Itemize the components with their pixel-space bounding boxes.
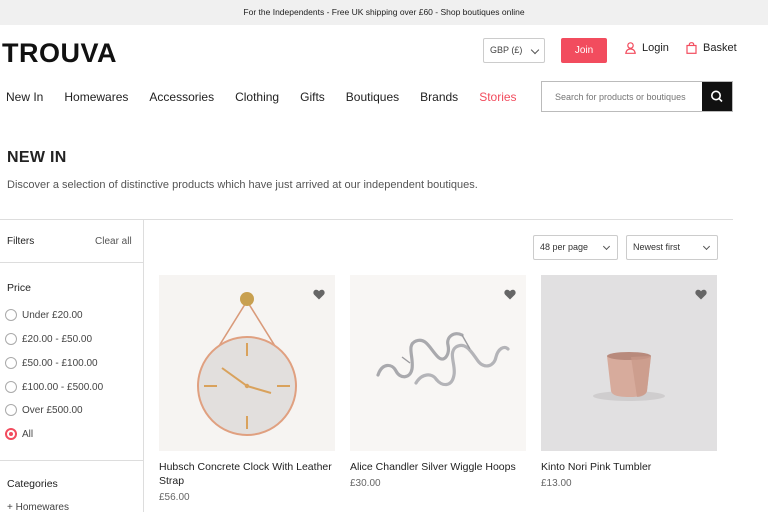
price-heading: Price — [7, 282, 31, 294]
product-image-tumbler[interactable] — [541, 275, 717, 451]
price-option-label: £100.00 - £500.00 — [22, 381, 104, 393]
radio-button[interactable] — [5, 381, 17, 393]
product-price: £13.00 — [541, 478, 572, 489]
price-option-label: £50.00 - £100.00 — [22, 357, 98, 369]
product-image-earrings[interactable] — [350, 275, 526, 451]
nav-item-gifts[interactable]: Gifts — [300, 90, 325, 104]
basket-link[interactable]: Basket — [686, 42, 737, 54]
divider — [0, 262, 143, 263]
site-logo[interactable]: TROUVA — [2, 38, 117, 69]
product-image-clock[interactable] — [159, 275, 335, 451]
price-option-20-50[interactable]: £20.00 - £50.00 — [5, 333, 92, 345]
product-name[interactable]: Kinto Nori Pink Tumbler — [541, 460, 717, 474]
search-icon — [711, 90, 723, 103]
main-nav: New In Homewares Accessories Clothing Gi… — [6, 90, 538, 104]
chevron-down-icon — [602, 242, 611, 251]
currency-value: GBP (£) — [490, 45, 523, 55]
product-card[interactable]: Alice Chandler Silver Wiggle Hoops £30.0… — [350, 275, 526, 489]
nav-item-brands[interactable]: Brands — [420, 90, 458, 104]
login-label: Login — [642, 42, 669, 54]
price-option-label: All — [22, 428, 34, 440]
currency-select[interactable]: GBP (£) — [483, 38, 545, 63]
page-description: Discover a selection of distinctive prod… — [7, 179, 478, 191]
heart-icon[interactable] — [695, 289, 707, 300]
heart-icon[interactable] — [504, 289, 516, 300]
search-input[interactable] — [542, 82, 703, 111]
price-option-label: £20.00 - £50.00 — [22, 333, 93, 345]
radio-button-selected[interactable] — [5, 428, 17, 440]
categories-heading: Categories — [7, 478, 58, 490]
clear-all-link[interactable]: Clear all — [95, 236, 132, 247]
promo-banner: For the Independents - Free UK shipping … — [0, 0, 768, 25]
category-item-homewares[interactable]: + Homewares — [7, 502, 69, 512]
bag-icon — [686, 42, 697, 54]
divider — [0, 219, 733, 220]
nav-item-homewares[interactable]: Homewares — [64, 90, 128, 104]
per-page-select[interactable]: 48 per page — [533, 235, 618, 260]
nav-item-stories[interactable]: Stories — [479, 90, 516, 104]
sort-value: Newest first — [633, 242, 681, 252]
nav-item-clothing[interactable]: Clothing — [235, 90, 279, 104]
search-box — [541, 81, 733, 112]
basket-label: Basket — [703, 42, 737, 54]
price-option-all[interactable]: All — [5, 428, 33, 440]
radio-button[interactable] — [5, 404, 17, 416]
product-name[interactable]: Alice Chandler Silver Wiggle Hoops — [350, 460, 526, 474]
search-button[interactable] — [702, 82, 732, 111]
sort-select[interactable]: Newest first — [626, 235, 718, 260]
price-option-100-500[interactable]: £100.00 - £500.00 — [5, 381, 103, 393]
price-option-label: Over £500.00 — [22, 404, 83, 416]
product-price: £30.00 — [350, 478, 381, 489]
product-card[interactable]: Hubsch Concrete Clock With Leather Strap… — [159, 275, 335, 503]
price-option-50-100[interactable]: £50.00 - £100.00 — [5, 357, 98, 369]
page-title: NEW IN — [7, 149, 67, 166]
price-option-under-20[interactable]: Under £20.00 — [5, 309, 83, 321]
login-link[interactable]: Login — [625, 42, 669, 54]
nav-item-boutiques[interactable]: Boutiques — [346, 90, 399, 104]
sidebar-divider — [143, 219, 144, 512]
join-button[interactable]: Join — [561, 38, 607, 63]
radio-button[interactable] — [5, 309, 17, 321]
product-price: £56.00 — [159, 492, 190, 503]
divider — [0, 460, 143, 461]
filters-heading: Filters — [7, 236, 35, 247]
radio-button[interactable] — [5, 333, 17, 345]
price-option-label: Under £20.00 — [22, 309, 83, 321]
heart-icon[interactable] — [313, 289, 325, 300]
price-option-over-500[interactable]: Over £500.00 — [5, 404, 83, 416]
nav-item-new-in[interactable]: New In — [6, 90, 43, 104]
clock-image — [197, 292, 297, 436]
user-icon — [625, 42, 636, 54]
radio-button[interactable] — [5, 357, 17, 369]
product-card[interactable]: Kinto Nori Pink Tumbler £13.00 — [541, 275, 717, 489]
nav-item-accessories[interactable]: Accessories — [149, 90, 214, 104]
per-page-value: 48 per page — [540, 242, 589, 252]
chevron-down-icon — [530, 45, 540, 55]
product-name[interactable]: Hubsch Concrete Clock With Leather Strap — [159, 460, 335, 488]
tumbler-image — [593, 352, 665, 401]
chevron-down-icon — [702, 242, 711, 251]
earrings-image — [376, 332, 510, 387]
